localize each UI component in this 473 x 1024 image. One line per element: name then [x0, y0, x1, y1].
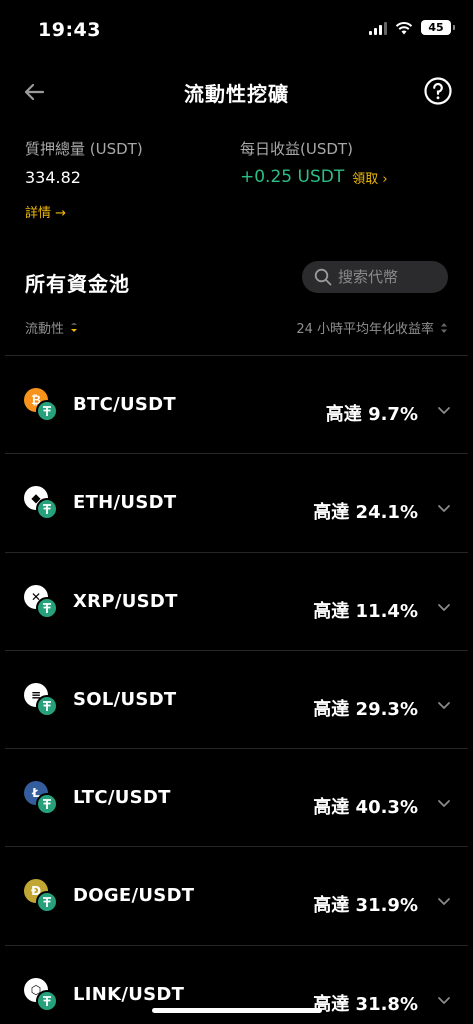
apy-value: 高達 40.3%	[313, 797, 418, 819]
pair-icons: Ð	[24, 879, 64, 915]
sort-bar: 流動性 24 小時平均年化收益率	[25, 318, 448, 340]
status-icons: 45	[369, 20, 455, 35]
status-time: 19:43	[38, 19, 101, 41]
cellular-signal-icon	[369, 21, 387, 35]
sort-apy-label: 24 小時平均年化收益率	[296, 322, 434, 337]
staked-total-label: 質押總量 (USDT)	[25, 140, 143, 158]
pair-name: LTC/USDT	[73, 787, 171, 809]
apy-value: 高達 24.1%	[313, 502, 418, 524]
pool-row[interactable]: ₿ BTC/USDT 高達 9.7%	[5, 356, 468, 455]
pair-icons: ⬡	[24, 977, 64, 1014]
usdt-icon	[36, 694, 58, 717]
apy-value: 高達 9.7%	[325, 404, 418, 425]
pair-name: DOGE/USDT	[73, 885, 195, 907]
pair-icons: ✕	[24, 584, 64, 621]
pool-list: ₿ BTC/USDT 高達 9.7% ◆ ETH/USDT 高達 24.1% ✕	[0, 356, 473, 1024]
page-title: 流動性挖礦	[184, 82, 289, 106]
daily-income-value: +0.25 USDT	[240, 167, 345, 187]
pair-name: LINK/USDT	[73, 983, 185, 1005]
token-search[interactable]	[302, 261, 448, 293]
staked-total: 質押總量 (USDT) 334.82	[25, 138, 143, 187]
section-title: 所有資金池	[25, 272, 130, 296]
search-input[interactable]	[338, 268, 438, 286]
chevron-down-icon[interactable]	[436, 500, 452, 516]
pair-icons: ₿	[24, 388, 64, 424]
sort-by-liquidity[interactable]: 流動性	[25, 318, 78, 337]
sort-liquidity-label: 流動性	[25, 322, 65, 337]
daily-income: 每日收益(USDT) +0.25 USDT 領取 ›	[240, 138, 388, 187]
apy-value: 高達 31.8%	[313, 993, 418, 1015]
chevron-down-icon[interactable]	[436, 697, 452, 713]
apy-value: 高達 11.4%	[313, 600, 418, 622]
sort-desc-icon	[71, 322, 78, 332]
status-bar: 19:43 45	[0, 0, 473, 60]
usdt-icon	[36, 989, 58, 1012]
usdt-icon	[36, 400, 58, 422]
search-icon	[314, 268, 332, 286]
claim-link[interactable]: 領取 ›	[352, 168, 387, 187]
pair-name: ETH/USDT	[73, 492, 177, 514]
pool-row[interactable]: ◆ ETH/USDT 高達 24.1%	[5, 454, 468, 553]
chevron-down-icon[interactable]	[436, 402, 452, 418]
apy-value: 高達 29.3%	[313, 698, 418, 720]
battery-icon: 45	[421, 20, 455, 35]
usdt-icon	[36, 891, 58, 914]
pair-icons: Ł	[24, 781, 64, 817]
daily-income-label: 每日收益(USDT)	[240, 140, 353, 158]
pool-row[interactable]: ≡ SOL/USDT 高達 29.3%	[5, 651, 468, 750]
pair-icons: ◆	[24, 486, 64, 522]
usdt-icon	[36, 498, 58, 521]
sort-by-apy[interactable]: 24 小時平均年化收益率	[296, 318, 448, 337]
pool-row[interactable]: Ð DOGE/USDT 高達 31.9%	[5, 847, 468, 946]
chevron-down-icon[interactable]	[436, 992, 452, 1008]
usdt-icon	[36, 596, 58, 619]
nav-bar: 流動性挖礦	[0, 70, 473, 114]
chevron-down-icon[interactable]	[436, 893, 452, 909]
usdt-icon	[36, 793, 58, 816]
home-indicator[interactable]	[152, 1008, 322, 1013]
chevron-down-icon[interactable]	[436, 599, 452, 615]
wifi-icon	[395, 21, 413, 34]
pair-name: SOL/USDT	[73, 688, 177, 710]
help-icon[interactable]	[423, 76, 453, 106]
staked-total-value: 334.82	[25, 168, 81, 187]
chevron-down-icon[interactable]	[436, 795, 452, 811]
details-link[interactable]: 詳情 →	[25, 202, 66, 221]
pool-row[interactable]: Ł LTC/USDT 高達 40.3%	[5, 749, 468, 848]
staking-summary: 質押總量 (USDT) 334.82 詳情 → 每日收益(USDT) +0.25…	[25, 138, 453, 228]
pair-name: BTC/USDT	[73, 394, 176, 415]
apy-value: 高達 31.9%	[313, 895, 418, 917]
pair-name: XRP/USDT	[73, 590, 178, 612]
sort-neutral-icon	[441, 322, 447, 333]
pool-row[interactable]: ✕ XRP/USDT 高達 11.4%	[5, 553, 468, 651]
pair-icons: ≡	[24, 682, 64, 719]
